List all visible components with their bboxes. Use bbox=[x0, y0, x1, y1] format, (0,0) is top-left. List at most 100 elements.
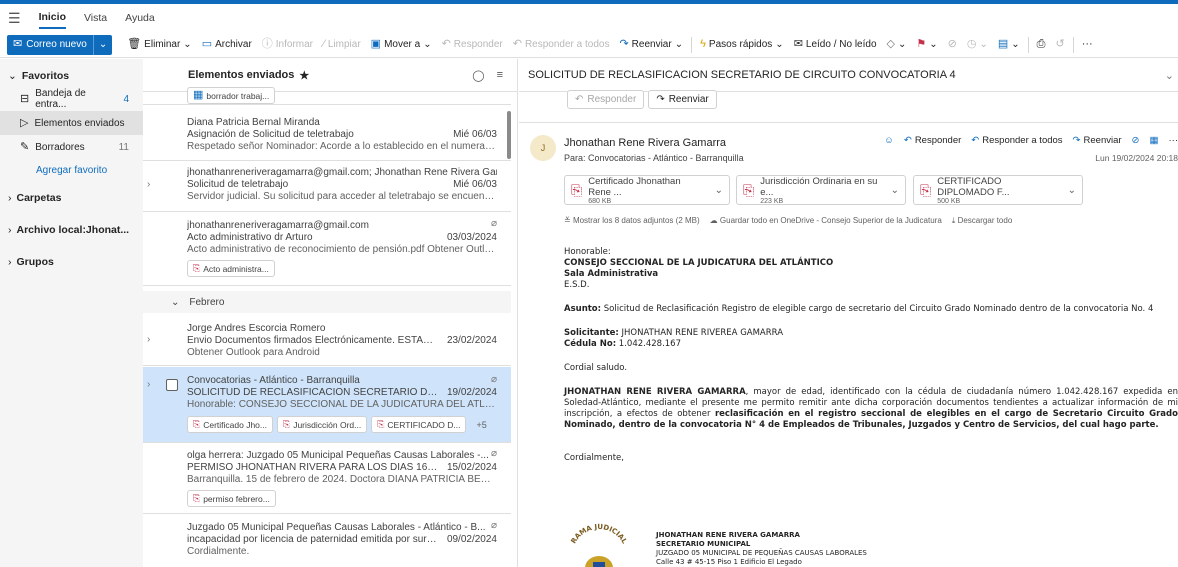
chevron-right-icon[interactable]: › bbox=[147, 179, 150, 190]
forward-button[interactable]: ↷ Reenviar ⌄ bbox=[614, 35, 688, 55]
archive-button[interactable]: ▭ Archivar bbox=[197, 35, 257, 55]
hamburger-icon[interactable]: ☰ bbox=[8, 10, 21, 27]
reading-pane: SOLICITUD DE RECLASIFICACION SECRETARIO … bbox=[519, 59, 1178, 567]
folder-drafts[interactable]: ✎ Borradores 11 bbox=[0, 135, 143, 159]
groups-section[interactable]: › Grupos bbox=[0, 251, 143, 273]
attachment-card[interactable]: ⎘ CERTIFICADO DIPLOMADO F... 500 KB ⌄ bbox=[913, 175, 1083, 205]
rama-judicial-seal: RAMA JUDICIAL bbox=[570, 523, 629, 567]
save-onedrive-link[interactable]: ☁ Guardar todo en OneDrive - Consejo Sup… bbox=[710, 216, 942, 226]
paperclip-icon: ⌀ bbox=[490, 520, 497, 531]
folders-section[interactable]: › Carpetas bbox=[0, 187, 143, 209]
folder-inbox[interactable]: ⊟ Bandeja de entra... 4 bbox=[0, 87, 143, 111]
reply-all-icon: ↶ bbox=[971, 135, 980, 146]
list-item[interactable]: ⌀ jhonathanreneriveragamarra@gmail.com A… bbox=[143, 213, 511, 286]
snooze-button[interactable]: ◷ ⌄ bbox=[962, 35, 993, 55]
chevron-down-icon[interactable]: ⌄ bbox=[1165, 69, 1174, 82]
pin-button[interactable]: ⊘ bbox=[943, 35, 962, 55]
reply-button-message[interactable]: ↶ Responder bbox=[904, 135, 961, 146]
attachment-chip[interactable]: ⎘ Acto administra... bbox=[187, 260, 275, 277]
sender-name[interactable]: Jhonathan Rene Rivera Gamarra bbox=[564, 137, 726, 149]
new-mail-button[interactable]: ✉ Correo nuevo ⌄ bbox=[7, 34, 113, 55]
pin-icon: ⊘ bbox=[947, 38, 957, 50]
list-item[interactable]: › jhonathanreneriveragamarra@gmail.com; … bbox=[143, 161, 511, 212]
filter-icon[interactable]: ◯ bbox=[472, 69, 484, 82]
ribbon-separator bbox=[1072, 36, 1074, 53]
add-favorite-link[interactable]: Agregar favorito bbox=[0, 159, 143, 181]
local-archive-section[interactable]: › Archivo local:Jhonat... bbox=[0, 219, 143, 241]
delete-button[interactable]: 🗑 Eliminar ⌄ bbox=[122, 35, 196, 55]
report-button[interactable]: ⓘ Informar bbox=[257, 35, 318, 55]
paperclip-icon: ⌀ bbox=[490, 218, 497, 229]
flag-button[interactable]: ⚑ ⌄ bbox=[911, 35, 942, 55]
list-item[interactable]: ⌀ olga herrera: Juzgado 05 Municipal Peq… bbox=[143, 443, 511, 514]
quick-steps-button[interactable]: ϟ Pasos rápidos ⌄ bbox=[695, 35, 789, 55]
rules-icon: ▤ bbox=[997, 38, 1009, 50]
chevron-right-icon[interactable]: › bbox=[147, 334, 150, 345]
apps-icon[interactable]: ▦ bbox=[1150, 135, 1159, 146]
tab-inicio[interactable]: Inicio bbox=[38, 7, 66, 29]
tab-ayuda[interactable]: Ayuda bbox=[125, 8, 155, 28]
folder-sent-items[interactable]: ▷ Elementos enviados bbox=[0, 111, 143, 135]
message-list-pane: Elementos enviados ★ ◯ ≡ ▦ borrador trabaj… bbox=[143, 59, 518, 567]
paperclip-icon: ⌀ bbox=[490, 374, 497, 385]
attachment-chip[interactable]: ▦ borrador trabaj... bbox=[187, 87, 276, 104]
avatar[interactable]: J bbox=[530, 135, 556, 161]
pdf-icon: ⎘ bbox=[571, 181, 583, 198]
chevron-down-icon[interactable]: ⌄ bbox=[1068, 185, 1076, 196]
reply-all-button-message[interactable]: ↶ Responder a todos bbox=[971, 135, 1062, 146]
forward-button-message[interactable]: ↷ Reenviar bbox=[1073, 135, 1122, 146]
flag-icon: ⚑ bbox=[916, 38, 927, 50]
ribbon-toolbar: ✉ Correo nuevo ⌄ 🗑 Eliminar ⌄ ▭ Archivar ⓘ In… bbox=[0, 32, 1178, 58]
undo-button[interactable]: ↺ bbox=[1050, 35, 1069, 55]
attachment-chip[interactable]: ⎘ Jurisdicción Ord... bbox=[276, 416, 368, 433]
mail-icon: ✉ bbox=[13, 38, 23, 50]
sort-icon[interactable]: ≡ bbox=[497, 69, 503, 82]
list-item[interactable]: ▦ borrador trabaj... bbox=[143, 85, 511, 105]
chevron-right-icon[interactable]: › bbox=[147, 379, 150, 390]
attachment-card[interactable]: ⎘ Certificado Jhonathan Rene ... 680 KB ⌄ bbox=[564, 175, 730, 205]
attachment-chip[interactable]: ⎘ permiso febrero... bbox=[187, 490, 276, 507]
list-item[interactable]: ⌀ Juzgado 05 Municipal Pequeñas Causas L… bbox=[143, 515, 511, 567]
clean-button[interactable]: ⁄ Limpiar bbox=[318, 35, 366, 55]
inbox-icon: ⊟ bbox=[20, 92, 30, 105]
ellipsis-icon: ··· bbox=[1081, 38, 1093, 50]
chevron-down-icon: ⌄ bbox=[979, 39, 988, 50]
list-item[interactable]: › Jorge Andres Escorcia Romero Envio Doc… bbox=[143, 316, 511, 366]
list-item[interactable]: Diana Patricia Bernal Miranda Asignación… bbox=[143, 112, 511, 161]
group-header-february[interactable]: ⌄ Febrero bbox=[143, 291, 511, 313]
attachment-chip[interactable]: ⎘ Certificado Jho... bbox=[187, 416, 273, 433]
show-all-attachments-link[interactable]: ≚ Mostrar los 8 datos adjuntos (2 MB) bbox=[564, 216, 700, 226]
print-button[interactable]: ⎙ bbox=[1032, 35, 1051, 55]
signature-text: JHONATHAN RENE RIVERA GAMARRA SECRETARIO… bbox=[656, 531, 867, 566]
pin-icon[interactable]: ⊘ bbox=[1132, 135, 1140, 146]
reply-all-icon: ↶ bbox=[512, 38, 522, 50]
reply-button[interactable]: ↶ Responder bbox=[437, 35, 508, 55]
emoji-icon[interactable]: ☺ bbox=[884, 135, 894, 146]
more-options-button[interactable]: ··· bbox=[1077, 35, 1098, 55]
attachment-card[interactable]: ⎘ Jurisdicción Ordinaria en su e... 223 K… bbox=[736, 175, 906, 205]
more-attachments-count[interactable]: +5 bbox=[476, 420, 486, 430]
star-icon[interactable]: ★ bbox=[299, 69, 309, 82]
chevron-down-icon: ⌄ bbox=[674, 39, 684, 50]
reply-all-button[interactable]: ↶ Responder a todos bbox=[508, 35, 615, 55]
list-item-selected[interactable]: › ⌀ Convocatorias - Atlántico - Barranqu… bbox=[143, 367, 511, 443]
download-all-link[interactable]: ⤓ Descargar todo bbox=[952, 216, 1012, 226]
tag-icon: ◇ bbox=[886, 38, 895, 50]
ribbon-separator bbox=[691, 36, 693, 53]
tab-vista[interactable]: Vista bbox=[84, 8, 107, 28]
favorites-section[interactable]: ⌄ Favoritos bbox=[0, 65, 143, 87]
reply-previous-button[interactable]: ↶ Responder bbox=[567, 90, 645, 109]
forward-previous-button[interactable]: ↷ Reenviar bbox=[648, 90, 717, 109]
chevron-down-icon[interactable]: ⌄ bbox=[891, 185, 899, 196]
attachment-chip[interactable]: ⎘ CERTIFICADO D... bbox=[371, 416, 467, 433]
read-unread-button[interactable]: ✉ Leído / No leído bbox=[789, 35, 882, 55]
pdf-icon: ⎘ bbox=[193, 493, 201, 503]
chevron-down-icon: ⌄ bbox=[8, 70, 17, 82]
tag-button[interactable]: ◇ ⌄ bbox=[882, 35, 912, 55]
move-button[interactable]: ▣ Mover a ⌄ bbox=[366, 35, 437, 55]
rules-button[interactable]: ▤ ⌄ bbox=[993, 35, 1025, 55]
select-checkbox[interactable] bbox=[166, 379, 178, 391]
new-mail-dropdown[interactable]: ⌄ bbox=[92, 34, 112, 55]
chevron-down-icon[interactable]: ⌄ bbox=[715, 185, 723, 196]
ellipsis-icon[interactable]: ··· bbox=[1169, 135, 1178, 146]
